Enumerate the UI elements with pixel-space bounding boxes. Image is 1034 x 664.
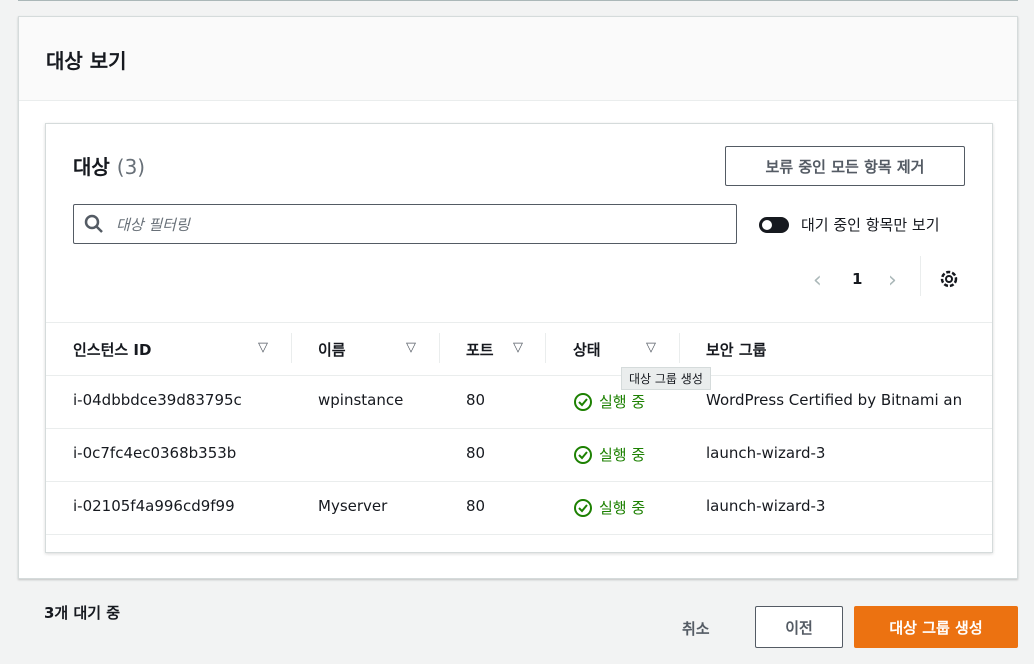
target-filter[interactable] xyxy=(73,204,737,245)
column-instance-id[interactable]: 인스턴스 ID xyxy=(73,339,151,360)
pending-only-label: 대기 중인 항목만 보기 xyxy=(801,216,940,234)
column-name[interactable]: 이름 xyxy=(318,339,346,360)
check-circle-icon xyxy=(574,498,592,517)
sort-icon[interactable]: ▽ xyxy=(406,340,416,355)
create-target-group-button[interactable]: 대상 그룹 생성 xyxy=(854,606,1018,648)
port: 80 xyxy=(466,391,486,409)
column-divider xyxy=(291,333,292,363)
column-divider xyxy=(439,333,440,363)
panel-header: 대상 보기 xyxy=(19,17,1017,101)
port: 80 xyxy=(466,444,486,462)
column-divider xyxy=(679,333,680,363)
status-text: 실행 중 xyxy=(599,446,646,464)
search-input[interactable] xyxy=(114,205,718,245)
targets-title-text: 대상 xyxy=(73,155,110,179)
search-icon xyxy=(84,214,104,238)
targets-card: 대상 (3) 보류 중인 모든 항목 제거 대기 중인 항목만 보기 ‹ 1 ›… xyxy=(45,123,993,553)
status: 실행 중 xyxy=(573,444,645,465)
instance-id: i-0c7fc4ec0368b353b xyxy=(73,444,237,462)
table-row: i-0c7fc4ec0368b353b 80 실행 중 launch-wizar… xyxy=(46,428,992,482)
security-group: launch-wizard-3 xyxy=(706,444,826,462)
page-number[interactable]: 1 xyxy=(852,270,862,288)
sort-icon[interactable]: ▽ xyxy=(258,340,268,355)
remove-all-pending-button[interactable]: 보류 중인 모든 항목 제거 xyxy=(725,146,965,186)
table-row: i-02105f4a996cd9f99 Myserver 80 실행 중 lau… xyxy=(46,481,992,535)
chevron-right-icon[interactable]: › xyxy=(888,268,897,293)
top-divider xyxy=(18,0,1018,1)
status: 실행 중 xyxy=(573,391,645,412)
column-port[interactable]: 포트 xyxy=(466,339,494,360)
pending-count: 3개 대기 중 xyxy=(44,604,121,622)
pending-only-toggle[interactable] xyxy=(759,217,789,233)
column-status[interactable]: 상태 xyxy=(573,339,601,360)
cancel-button[interactable]: 취소 xyxy=(682,618,710,639)
table-row: i-04dbbdce39d83795c wpinstance 80 실행 중 W… xyxy=(46,375,992,429)
instance-name: wpinstance xyxy=(318,391,404,409)
panel-title: 대상 보기 xyxy=(46,49,127,73)
table-header: 인스턴스 ID ▽ 이름 ▽ 포트 ▽ 상태 ▽ 보안 그룹 xyxy=(46,322,992,376)
check-circle-icon xyxy=(574,445,592,464)
previous-button[interactable]: 이전 xyxy=(755,606,843,648)
port: 80 xyxy=(466,497,486,515)
status: 실행 중 xyxy=(573,497,645,518)
instance-name: Myserver xyxy=(318,497,388,515)
pager-divider xyxy=(920,256,921,296)
sort-icon[interactable]: ▽ xyxy=(513,340,523,355)
instance-id: i-02105f4a996cd9f99 xyxy=(73,497,235,515)
instance-id: i-04dbbdce39d83795c xyxy=(73,391,242,409)
check-circle-icon xyxy=(574,392,592,411)
status-text: 실행 중 xyxy=(599,499,646,517)
tooltip: 대상 그룹 생성 xyxy=(621,367,711,390)
column-divider xyxy=(545,333,546,363)
targets-count: (3) xyxy=(116,155,146,179)
toggle-knob xyxy=(762,220,772,230)
review-targets-panel: 대상 보기 대상 (3) 보류 중인 모든 항목 제거 대기 중인 항목만 보기… xyxy=(18,16,1018,579)
gear-icon[interactable] xyxy=(938,268,960,294)
security-group: launch-wizard-3 xyxy=(706,497,826,515)
status-text: 실행 중 xyxy=(599,393,646,411)
security-group: WordPress Certified by Bitnami an xyxy=(706,391,963,409)
targets-title: 대상 (3) xyxy=(73,151,145,180)
sort-icon[interactable]: ▽ xyxy=(646,340,656,355)
chevron-left-icon[interactable]: ‹ xyxy=(813,268,822,293)
column-security-group[interactable]: 보안 그룹 xyxy=(706,339,766,360)
